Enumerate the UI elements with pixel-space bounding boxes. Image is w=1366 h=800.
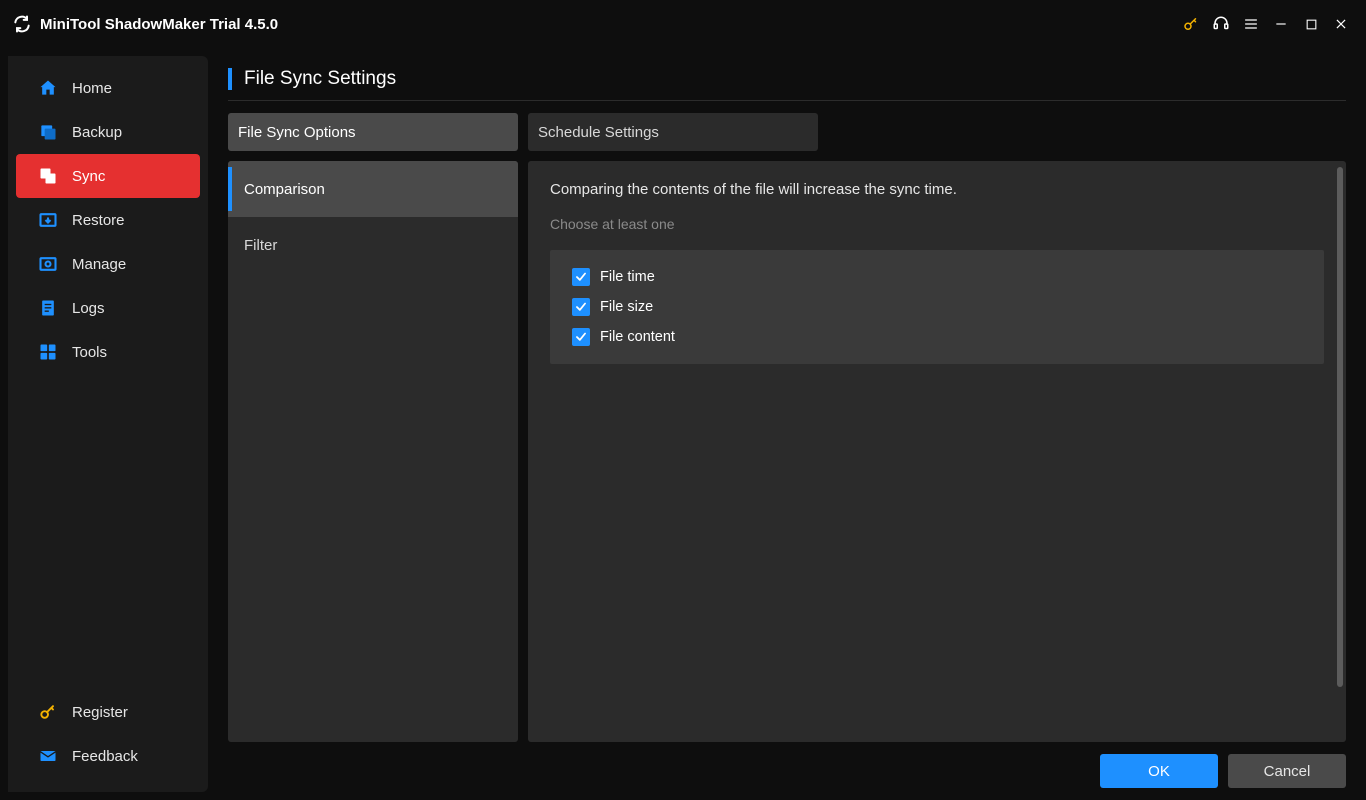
sidebar-item-label: Sync xyxy=(72,168,105,185)
sidebar: Home Backup Sync Restore Manage Logs xyxy=(8,56,208,792)
comparison-panel: Comparing the contents of the file will … xyxy=(528,161,1346,742)
sidebar-register-label: Register xyxy=(72,704,128,721)
sidebar-item-label: Home xyxy=(72,80,112,97)
sidebar-item-home[interactable]: Home xyxy=(8,66,208,110)
panel-description: Comparing the contents of the file will … xyxy=(550,181,1324,198)
option-comparison[interactable]: Comparison xyxy=(228,161,518,217)
mail-icon xyxy=(38,746,58,766)
close-button[interactable] xyxy=(1326,9,1356,39)
checkbox-icon xyxy=(572,328,590,346)
sidebar-register[interactable]: Register xyxy=(8,690,208,734)
sidebar-feedback-label: Feedback xyxy=(72,748,138,765)
sync-icon xyxy=(38,166,58,186)
check-label: File size xyxy=(600,299,653,315)
page-title-accent xyxy=(228,68,232,90)
checkbox-icon xyxy=(572,298,590,316)
sidebar-item-label: Logs xyxy=(72,300,105,317)
restore-icon xyxy=(38,210,58,230)
sidebar-item-label: Manage xyxy=(72,256,126,273)
app-title: MiniTool ShadowMaker Trial 4.5.0 xyxy=(40,16,278,33)
check-file-size[interactable]: File size xyxy=(572,298,1302,316)
manage-icon xyxy=(38,254,58,274)
check-file-time[interactable]: File time xyxy=(572,268,1302,286)
content: File Sync Settings File Sync Options Sch… xyxy=(208,48,1366,800)
sidebar-item-manage[interactable]: Manage xyxy=(8,242,208,286)
sidebar-item-label: Restore xyxy=(72,212,125,229)
check-file-content[interactable]: File content xyxy=(572,328,1302,346)
tools-icon xyxy=(38,342,58,362)
titlebar-support-button[interactable] xyxy=(1206,9,1236,39)
key-icon xyxy=(38,702,58,722)
backup-icon xyxy=(38,122,58,142)
panel-subdescription: Choose at least one xyxy=(550,216,1324,232)
sidebar-item-label: Tools xyxy=(72,344,107,361)
option-filter[interactable]: Filter xyxy=(228,217,518,273)
settings-tabs: File Sync Options Schedule Settings xyxy=(228,113,1346,151)
sidebar-item-label: Backup xyxy=(72,124,122,141)
options-column: Comparison Filter xyxy=(228,161,518,742)
sidebar-item-logs[interactable]: Logs xyxy=(8,286,208,330)
sidebar-item-backup[interactable]: Backup xyxy=(8,110,208,154)
page-title-row: File Sync Settings xyxy=(228,68,1346,101)
sidebar-item-restore[interactable]: Restore xyxy=(8,198,208,242)
tab-file-sync-options[interactable]: File Sync Options xyxy=(228,113,518,151)
page-title: File Sync Settings xyxy=(244,68,396,90)
checkbox-icon xyxy=(572,268,590,286)
titlebar-menu-button[interactable] xyxy=(1236,9,1266,39)
option-label: Comparison xyxy=(244,181,325,198)
minimize-button[interactable] xyxy=(1266,9,1296,39)
footer-buttons: OK Cancel xyxy=(228,754,1346,788)
comparison-options: File time File size File content xyxy=(550,250,1324,364)
option-label: Filter xyxy=(244,237,277,254)
sidebar-feedback[interactable]: Feedback xyxy=(8,734,208,778)
check-label: File time xyxy=(600,269,655,285)
tab-schedule-settings[interactable]: Schedule Settings xyxy=(528,113,818,151)
titlebar: MiniTool ShadowMaker Trial 4.5.0 xyxy=(0,0,1366,48)
tab-label: File Sync Options xyxy=(238,124,356,141)
sidebar-item-sync[interactable]: Sync xyxy=(16,154,200,198)
maximize-button[interactable] xyxy=(1296,9,1326,39)
app-logo-icon xyxy=(12,14,32,34)
sidebar-item-tools[interactable]: Tools xyxy=(8,330,208,374)
titlebar-key-button[interactable] xyxy=(1176,9,1206,39)
logs-icon xyxy=(38,298,58,318)
scrollbar-thumb[interactable] xyxy=(1337,167,1343,687)
home-icon xyxy=(38,78,58,98)
ok-button[interactable]: OK xyxy=(1100,754,1218,788)
tab-label: Schedule Settings xyxy=(538,124,659,141)
check-label: File content xyxy=(600,329,675,345)
cancel-button[interactable]: Cancel xyxy=(1228,754,1346,788)
